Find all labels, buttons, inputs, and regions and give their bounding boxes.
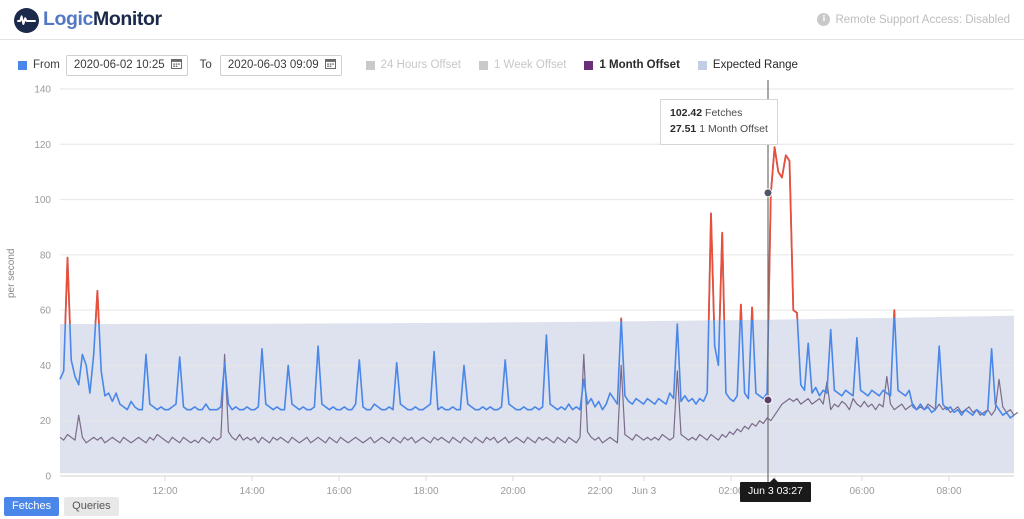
- series-color-swatch: [18, 61, 27, 70]
- to-date-value: 2020-06-03 09:09: [228, 59, 319, 71]
- svg-text:0: 0: [45, 472, 51, 483]
- from-group: From 2020-06-02 10:25: [18, 55, 188, 76]
- tooltip-label-primary: Fetches: [705, 107, 742, 119]
- from-label: From: [33, 59, 60, 71]
- svg-text:20:00: 20:00: [500, 486, 525, 497]
- logo-text-logic: Logic: [43, 8, 93, 30]
- remote-support-status: i Remote Support Access: Disabled: [817, 13, 1010, 26]
- svg-text:140: 140: [34, 85, 51, 96]
- legend-item-1-week-offset[interactable]: 1 Week Offset: [479, 59, 566, 71]
- legend-label: 1 Month Offset: [599, 59, 680, 71]
- chart-legend: 24 Hours Offset 1 Week Offset 1 Month Of…: [366, 59, 798, 71]
- from-date-value: 2020-06-02 10:25: [74, 59, 165, 71]
- to-date-input[interactable]: 2020-06-03 09:09: [220, 55, 342, 76]
- svg-text:60: 60: [40, 306, 52, 317]
- timeseries-chart[interactable]: 0 20 40 60 80 100 120 140 12:00 14:00 16:00 18:00 20…: [0, 80, 1024, 500]
- legend-swatch: [698, 61, 707, 70]
- calendar-icon[interactable]: [171, 58, 182, 72]
- svg-text:80: 80: [40, 250, 52, 261]
- svg-text:40: 40: [40, 361, 52, 372]
- legend-swatch: [366, 61, 375, 70]
- svg-text:06:00: 06:00: [849, 486, 874, 497]
- tooltip-value-offset: 27.51: [670, 123, 696, 135]
- tooltip-value-primary: 102.42: [670, 107, 702, 119]
- value-tooltip: 102.42 Fetches 27.51 1 Month Offset: [660, 99, 778, 145]
- tooltip-row-offset: 27.51 1 Month Offset: [670, 122, 768, 138]
- svg-text:18:00: 18:00: [413, 486, 438, 497]
- app-header: LogicMonitor i Remote Support Access: Di…: [0, 0, 1024, 40]
- to-label: To: [200, 59, 212, 71]
- svg-text:100: 100: [34, 195, 51, 206]
- tab-fetches[interactable]: Fetches: [4, 497, 59, 516]
- y-axis-label: per second: [6, 249, 17, 298]
- logicmonitor-logo[interactable]: LogicMonitor: [14, 7, 162, 33]
- legend-item-expected-range[interactable]: Expected Range: [698, 59, 798, 71]
- chart-toolbar: From 2020-06-02 10:25 To 2020-06-03 09:0…: [0, 53, 1024, 77]
- cursor-time-tooltip: Jun 3 03:27: [740, 482, 811, 502]
- tab-queries[interactable]: Queries: [64, 497, 119, 516]
- remote-support-label: Remote Support Access: Disabled: [835, 14, 1010, 26]
- chart-area[interactable]: per second 0 20 40 60 80 100 120 140 12:00 14:00 1…: [0, 80, 1024, 500]
- tooltip-row-primary: 102.42 Fetches: [670, 106, 768, 122]
- cursor-time-label: Jun 3 03:27: [748, 485, 803, 497]
- legend-label: 24 Hours Offset: [381, 59, 461, 71]
- svg-text:14:00: 14:00: [239, 486, 264, 497]
- legend-label: 1 Week Offset: [494, 59, 566, 71]
- logo-text-monitor: Monitor: [93, 8, 162, 30]
- legend-item-1-month-offset[interactable]: 1 Month Offset: [584, 59, 680, 71]
- logicmonitor-wave-icon: [14, 8, 39, 33]
- tooltip-label-offset: 1 Month Offset: [699, 123, 768, 135]
- svg-text:12:00: 12:00: [152, 486, 177, 497]
- legend-label: Expected Range: [713, 59, 798, 71]
- info-icon[interactable]: i: [817, 13, 830, 26]
- metric-tabs: Fetches Queries: [4, 497, 119, 516]
- legend-item-24-hours-offset[interactable]: 24 Hours Offset: [366, 59, 461, 71]
- svg-text:120: 120: [34, 140, 51, 151]
- calendar-icon[interactable]: [325, 58, 336, 72]
- svg-text:20: 20: [40, 416, 52, 427]
- svg-text:Jun 3: Jun 3: [632, 486, 657, 497]
- legend-swatch: [584, 61, 593, 70]
- svg-text:16:00: 16:00: [326, 486, 351, 497]
- svg-text:22:00: 22:00: [587, 486, 612, 497]
- svg-text:08:00: 08:00: [936, 486, 961, 497]
- from-date-input[interactable]: 2020-06-02 10:25: [66, 55, 188, 76]
- legend-swatch: [479, 61, 488, 70]
